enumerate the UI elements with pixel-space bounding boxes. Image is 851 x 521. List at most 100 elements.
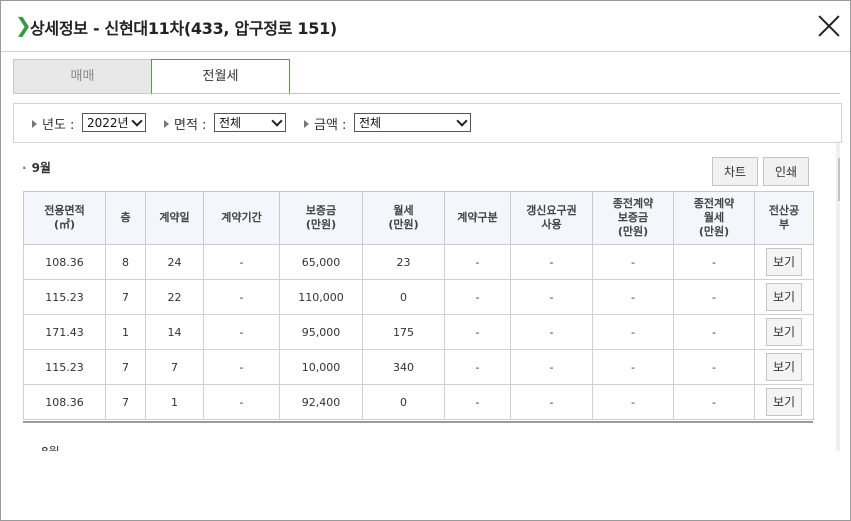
table-header-row: 전용면적 (㎡) 층 계약일 계약기간 보증금 (만원) 월세 (만원) 계약구분 갱신요구권… xyxy=(23,191,814,245)
rent-table: 전용면적 (㎡) 층 계약일 계약기간 보증금 (만원) 월세 (만원) 계약구분 갱신요구권… xyxy=(23,191,814,420)
table-row: 115.23 7 7-10,000 340- - - - 보기 xyxy=(23,349,814,385)
view-button[interactable]: 보기 xyxy=(766,388,802,416)
print-button[interactable]: 인쇄 xyxy=(763,157,809,186)
view-button[interactable]: 보기 xyxy=(766,353,802,381)
table-cell: 10,000 xyxy=(279,349,363,385)
year-label-text: 년도 : xyxy=(42,118,75,133)
table-cell: - xyxy=(592,314,674,350)
close-icon[interactable] xyxy=(817,14,841,38)
year-select-value: 2022년 xyxy=(87,116,129,130)
month-heading: · 9월 xyxy=(22,161,51,175)
table-cell: 0 xyxy=(362,279,445,315)
table-cell: - xyxy=(444,349,511,385)
table-cell: 7 xyxy=(105,349,146,385)
area-filter-label: 면적 : xyxy=(164,114,206,133)
table-cell: 340 xyxy=(362,349,445,385)
area-select-value: 전체 xyxy=(219,116,242,130)
table-cell: - xyxy=(510,384,593,420)
year-select[interactable]: 2022년 xyxy=(82,113,146,132)
title-bar: ❯ 상세정보 - 신현대11차(433, 압구정로 151) xyxy=(1,1,850,52)
view-button[interactable]: 보기 xyxy=(766,248,802,276)
column-header: 층 xyxy=(105,191,146,245)
table-cell: 108.36 xyxy=(23,244,106,280)
amount-select[interactable]: 전체 xyxy=(354,113,471,132)
triangle-right-icon xyxy=(32,120,37,128)
table-cell: 110,000 xyxy=(279,279,363,315)
table-cell: - xyxy=(592,279,674,315)
table-cell: 보기 xyxy=(754,279,814,315)
chevron-down-icon xyxy=(271,115,283,127)
next-month-heading: 8월 xyxy=(41,443,60,451)
column-header: 전산공 부 xyxy=(754,191,814,245)
table-cell: 8 xyxy=(105,244,146,280)
column-header: 전용면적 (㎡) xyxy=(23,191,106,245)
detail-dialog: ❯ 상세정보 - 신현대11차(433, 압구정로 151) 매매 전월세 년도… xyxy=(0,0,851,521)
table-cell: - xyxy=(203,349,280,385)
scroll-thumb[interactable] xyxy=(838,158,840,201)
table-cell: - xyxy=(592,384,674,420)
table-cell: - xyxy=(444,384,511,420)
results-panel: · 9월 차트 인쇄 전용면적 (㎡) 층 계약일 계약기간 보증금 (만원) 월세 (만원… xyxy=(13,143,840,451)
table-cell: 115.23 xyxy=(23,279,106,315)
table-cell: - xyxy=(444,244,511,280)
table-cell: 보기 xyxy=(754,314,814,350)
table-cell: - xyxy=(673,244,755,280)
table-cell: - xyxy=(203,384,280,420)
table-cell: 92,400 xyxy=(279,384,363,420)
year-filter-label: 년도 : xyxy=(32,114,74,133)
tab-bar: 매매 전월세 xyxy=(13,59,840,95)
table-bottom-border xyxy=(23,421,813,423)
table-cell: - xyxy=(510,349,593,385)
month-text: 9월 xyxy=(31,161,51,175)
table-cell: - xyxy=(673,279,755,315)
amount-filter-label: 금액 : xyxy=(304,114,346,133)
column-header: 갱신요구권 사용 xyxy=(510,191,593,245)
column-header: 계약기간 xyxy=(203,191,280,245)
chart-button[interactable]: 차트 xyxy=(712,157,758,186)
tab-divider xyxy=(13,93,840,94)
table-row: 171.43 1 14-95,000 175- - - - 보기 xyxy=(23,314,814,350)
table-cell: 7 xyxy=(105,279,146,315)
table-cell: 0 xyxy=(362,384,445,420)
table-row: 115.23 7 22-110,000 0- - - - 보기 xyxy=(23,279,814,315)
table-cell: 22 xyxy=(145,279,204,315)
table-cell: - xyxy=(203,244,280,280)
table-cell: 14 xyxy=(145,314,204,350)
chevron-down-icon xyxy=(456,115,468,127)
table-cell: - xyxy=(510,314,593,350)
table-cell: 보기 xyxy=(754,384,814,420)
amount-label-text: 금액 : xyxy=(314,118,347,133)
table-cell: 115.23 xyxy=(23,349,106,385)
view-button[interactable]: 보기 xyxy=(766,318,802,346)
table-cell: - xyxy=(673,314,755,350)
table-cell: 65,000 xyxy=(279,244,363,280)
table-row: 108.36 7 1-92,400 0- - - - 보기 xyxy=(23,384,814,420)
table-cell: 171.43 xyxy=(23,314,106,350)
chevron-down-icon xyxy=(131,115,143,127)
column-header: 종전계약 월세 (만원) xyxy=(673,191,755,245)
column-header: 월세 (만원) xyxy=(362,191,445,245)
table-cell: 24 xyxy=(145,244,204,280)
table-cell: 7 xyxy=(145,349,204,385)
table-cell: 108.36 xyxy=(23,384,106,420)
area-select[interactable]: 전체 xyxy=(214,113,286,132)
next-month-text: 8월 xyxy=(41,445,60,451)
table-cell: - xyxy=(444,314,511,350)
tab-sale[interactable]: 매매 xyxy=(13,59,152,94)
table-cell: 보기 xyxy=(754,349,814,385)
table-cell: - xyxy=(510,279,593,315)
tab-rent[interactable]: 전월세 xyxy=(151,59,290,95)
table-cell: - xyxy=(203,314,280,350)
triangle-right-icon xyxy=(164,120,169,128)
vertical-scrollbar[interactable] xyxy=(836,143,840,451)
table-cell: 175 xyxy=(362,314,445,350)
amount-select-value: 전체 xyxy=(359,116,382,130)
table-cell: - xyxy=(510,244,593,280)
table-row: 108.36 8 24-65,000 23- - - - 보기 xyxy=(23,244,814,280)
view-button[interactable]: 보기 xyxy=(766,283,802,311)
table-cell: 23 xyxy=(362,244,445,280)
area-label-text: 면적 : xyxy=(174,118,207,133)
table-body: 108.36 8 24-65,000 23- - - - 보기 115.23 7 22-110,00… xyxy=(23,244,814,420)
table-cell: 95,000 xyxy=(279,314,363,350)
table-cell: - xyxy=(203,279,280,315)
